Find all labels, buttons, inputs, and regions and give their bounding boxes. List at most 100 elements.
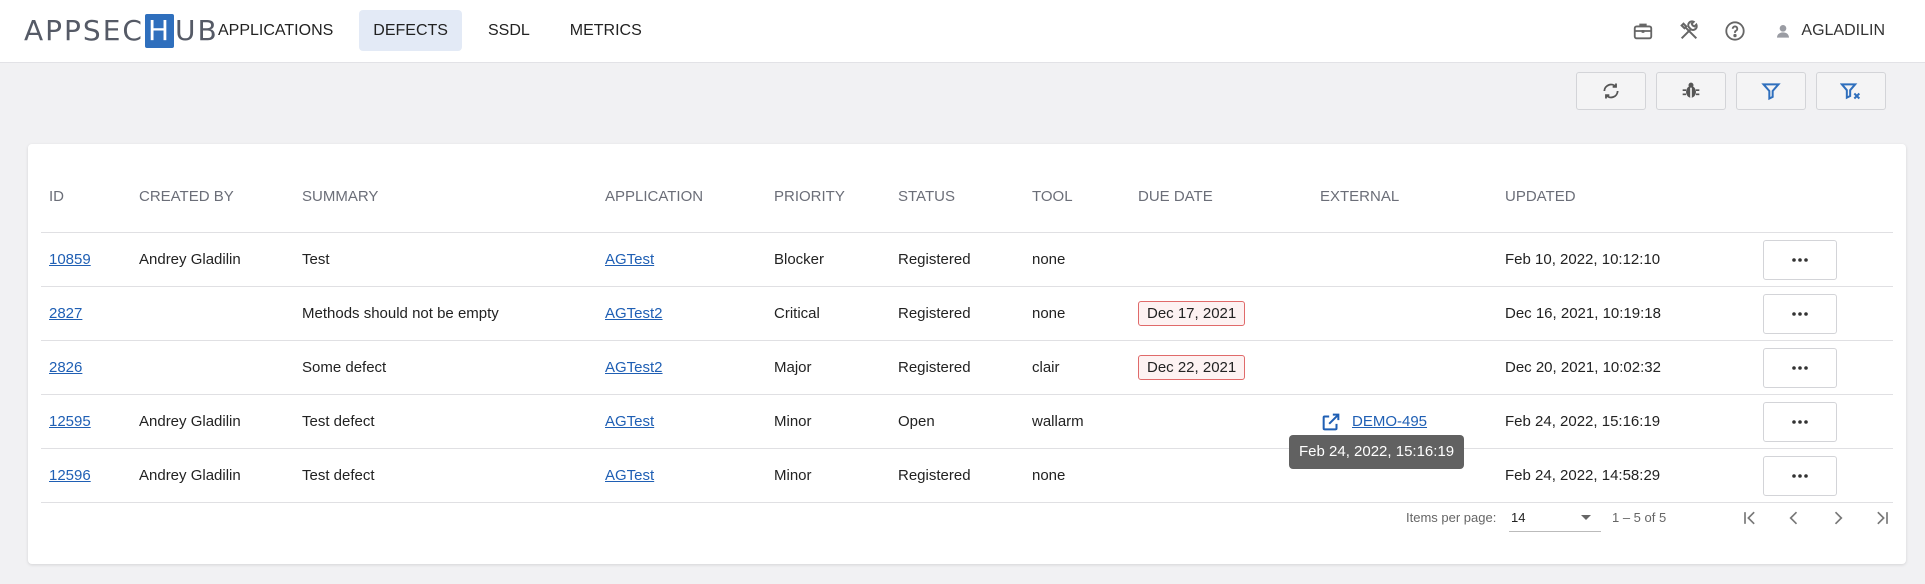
logo-text-left: APPSEC (24, 14, 144, 47)
external-link-icon[interactable] (1320, 411, 1342, 433)
items-per-page-label: Items per page: (1406, 510, 1497, 525)
user-name: AGLADILIN (1801, 22, 1885, 39)
row-actions-button[interactable] (1763, 239, 1837, 280)
nav-metrics[interactable]: METRICS (556, 10, 656, 51)
created-by-cell: Andrey Gladilin (131, 232, 294, 287)
more-horizontal-icon (1792, 311, 1808, 316)
column-header-due-date[interactable]: DUE DATE (1130, 160, 1312, 233)
table-row: 2827 Methods should not be empty AGTest2… (41, 286, 1893, 341)
defect-id-link[interactable]: 2826 (49, 359, 82, 376)
column-header-priority[interactable]: PRIORITY (766, 160, 890, 233)
tools-icon[interactable] (1677, 19, 1701, 43)
defect-id-link[interactable]: 2827 (49, 305, 82, 322)
created-by-cell: Andrey Gladilin (131, 394, 294, 449)
column-header-id[interactable]: ID (41, 160, 131, 233)
nav-defects[interactable]: DEFECTS (359, 10, 462, 51)
app-logo[interactable]: APPSEC H UB (24, 14, 219, 48)
add-defect-button[interactable] (1656, 72, 1726, 110)
prev-page-button[interactable] (1772, 498, 1816, 538)
defect-id-link[interactable]: 10859 (49, 251, 91, 268)
tool-cell: none (1024, 286, 1130, 341)
more-horizontal-icon (1792, 473, 1808, 478)
first-page-button[interactable] (1728, 498, 1772, 538)
defect-id-link[interactable]: 12595 (49, 413, 91, 430)
updated-tooltip: Feb 24, 2022, 15:16:19 (1289, 435, 1465, 469)
summary-cell: Methods should not be empty (294, 286, 597, 341)
application-link[interactable]: AGTest2 (605, 305, 663, 322)
defect-id-link[interactable]: 12596 (49, 467, 91, 484)
application-link[interactable]: AGTest (605, 413, 654, 430)
priority-cell: Critical (766, 286, 890, 341)
top-header: APPSEC H UB APPLICATIONS DEFECTS SSDL METR… (0, 0, 1925, 63)
due-date-badge: Dec 22, 2021 (1138, 355, 1246, 380)
defects-card: ID CREATED BY SUMMARY APPLICATION PRIORI… (28, 144, 1906, 564)
nav-ssdl[interactable]: SSDL (474, 10, 544, 51)
header-actions: AGLADILIN (1609, 0, 1925, 62)
help-icon[interactable] (1723, 19, 1747, 43)
refresh-button[interactable] (1576, 72, 1646, 110)
column-header-created-by[interactable]: CREATED BY (131, 160, 294, 233)
column-header-actions (1755, 160, 1893, 233)
bug-icon (1682, 82, 1700, 98)
column-header-application[interactable]: APPLICATION (597, 160, 766, 233)
updated-cell: Feb 24, 2022, 14:58:29 (1497, 448, 1755, 503)
row-actions-button[interactable] (1763, 293, 1837, 334)
filter-button[interactable] (1736, 72, 1806, 110)
last-page-button[interactable] (1860, 498, 1904, 538)
summary-cell: Test (294, 232, 597, 287)
table-row: 12595 Andrey Gladilin Test defect AGTest… (41, 394, 1893, 449)
more-horizontal-icon (1792, 365, 1808, 370)
page-nav (1728, 498, 1904, 538)
row-actions-button[interactable] (1763, 401, 1837, 442)
row-actions-button[interactable] (1763, 347, 1837, 388)
due-date-cell: Dec 17, 2021 (1130, 286, 1312, 341)
last-page-icon (1877, 511, 1888, 525)
priority-cell: Minor (766, 448, 890, 503)
tool-cell: none (1024, 232, 1130, 287)
due-date-cell (1130, 232, 1312, 287)
filter-icon (1761, 83, 1781, 101)
clear-filter-button[interactable] (1816, 72, 1886, 110)
due-date-cell (1130, 448, 1312, 503)
table-row: 10859 Andrey Gladilin Test AGTest Blocke… (41, 232, 1893, 287)
created-by-cell (131, 286, 294, 341)
status-cell: Registered (890, 232, 1024, 287)
priority-cell: Major (766, 340, 890, 395)
briefcase-icon[interactable] (1631, 19, 1655, 43)
updated-cell: Dec 16, 2021, 10:19:18 (1497, 286, 1755, 341)
column-header-updated[interactable]: UPDATED (1497, 160, 1755, 233)
external-cell (1312, 286, 1497, 341)
tool-cell: wallarm (1024, 394, 1130, 449)
column-header-external[interactable]: EXTERNAL (1312, 160, 1497, 233)
updated-cell: Feb 24, 2022, 15:16:19 (1497, 394, 1755, 449)
user-menu[interactable]: AGLADILIN (1775, 22, 1885, 40)
main-nav: APPLICATIONS DEFECTS SSDL METRICS (204, 10, 668, 51)
user-icon (1777, 25, 1790, 38)
column-header-status[interactable]: STATUS (890, 160, 1024, 233)
column-header-summary[interactable]: SUMMARY (294, 160, 597, 233)
next-page-button[interactable] (1816, 498, 1860, 538)
external-cell (1312, 340, 1497, 395)
nav-applications[interactable]: APPLICATIONS (204, 10, 347, 51)
created-by-cell (131, 340, 294, 395)
items-per-page-select[interactable]: 14 (1509, 502, 1601, 532)
table-header-row: ID CREATED BY SUMMARY APPLICATION PRIORI… (41, 160, 1893, 233)
application-link[interactable]: AGTest (605, 251, 654, 268)
application-link[interactable]: AGTest2 (605, 359, 663, 376)
table-row: 12596 Andrey Gladilin Test defect AGTest… (41, 448, 1893, 503)
status-cell: Registered (890, 286, 1024, 341)
external-issue-link[interactable]: DEMO-495 (1352, 413, 1427, 430)
priority-cell: Blocker (766, 232, 890, 287)
application-link[interactable]: AGTest (605, 467, 654, 484)
row-actions-button[interactable] (1763, 455, 1837, 496)
summary-cell: Some defect (294, 340, 597, 395)
logo-h-mark: H (144, 14, 175, 48)
tool-cell: none (1024, 448, 1130, 503)
updated-cell: Dec 20, 2021, 10:02:32 (1497, 340, 1755, 395)
refresh-icon (1603, 83, 1619, 99)
tool-cell: clair (1024, 340, 1130, 395)
defects-table: ID CREATED BY SUMMARY APPLICATION PRIORI… (41, 160, 1893, 503)
status-cell: Open (890, 394, 1024, 449)
column-header-tool[interactable]: TOOL (1024, 160, 1130, 233)
items-per-page-value: 14 (1511, 510, 1526, 525)
